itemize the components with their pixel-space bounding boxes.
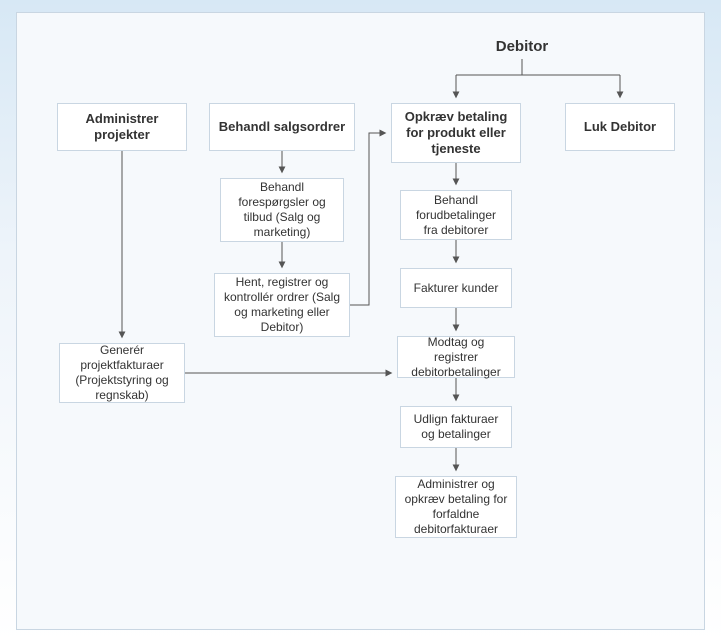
header-administer-projects: Administrer projekter: [57, 103, 187, 151]
header-close-ar: Luk Debitor: [565, 103, 675, 151]
header-process-sales-orders: Behandl salgsordrer: [209, 103, 355, 151]
node-generate-project-invoices: Generér projektfakturaer (Projektstyring…: [59, 343, 185, 403]
node-handle-inquiries: Behandl forespørgsler og tilbud (Salg og…: [220, 178, 344, 242]
node-invoice-customers: Fakturer kunder: [400, 268, 512, 308]
node-receive-register-payments: Modtag og registrer debitorbetalinger: [397, 336, 515, 378]
node-settle-invoices-payments: Udlign fakturaer og betalinger: [400, 406, 512, 448]
diagram-panel: Debitor Administrer projekter Behandl sa…: [16, 12, 705, 630]
diagram-title: Debitor: [447, 35, 597, 59]
node-fetch-register-orders: Hent, registrer og kontrollér ordrer (Sa…: [214, 273, 350, 337]
node-process-prepayments: Behandl forudbetalinger fra debitorer: [400, 190, 512, 240]
header-collect-payment: Opkræv betaling for produkt eller tjenes…: [391, 103, 521, 163]
node-manage-collect-overdue: Administrer og opkræv betaling for forfa…: [395, 476, 517, 538]
